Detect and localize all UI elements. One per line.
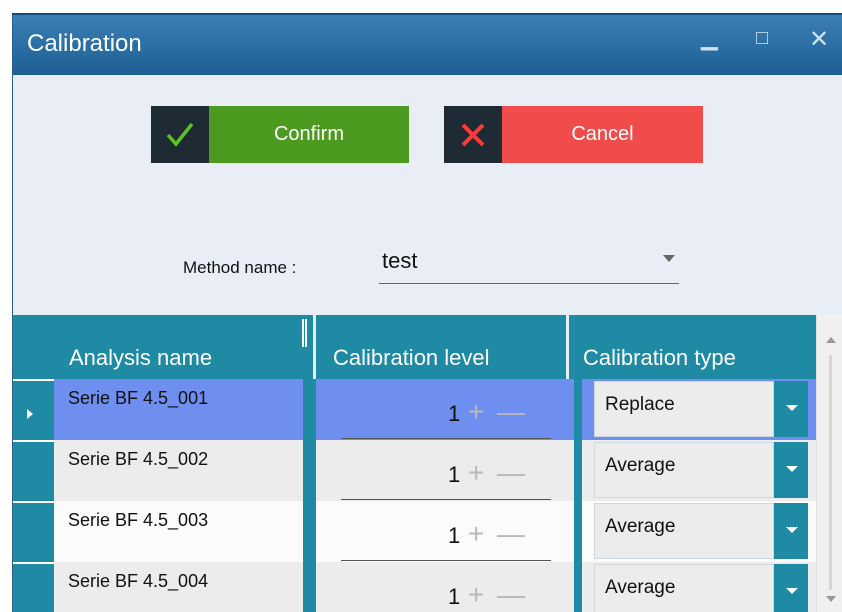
level-value: 1 (448, 584, 461, 609)
calibration-window: Calibration ▁ □ ✕ Confirm Cancel Method … (12, 15, 842, 612)
calibration-level-cell: 1 + — (316, 562, 581, 612)
minus-icon[interactable]: — (497, 396, 525, 428)
maximize-icon[interactable]: □ (756, 27, 768, 50)
column-divider (574, 440, 582, 501)
level-value: 1 (448, 523, 461, 548)
scroll-track[interactable] (829, 355, 832, 590)
calibration-level-cell: 1 + — (316, 501, 581, 562)
table-row[interactable]: Serie BF 4.5_004 1 + — Average (54, 562, 816, 612)
calibration-type-dropdown[interactable]: Average (594, 442, 774, 498)
row-header-separator (13, 379, 54, 381)
cancel-button[interactable]: Cancel (444, 106, 703, 163)
minus-icon[interactable]: — (497, 457, 525, 489)
calibration-type-dropdown[interactable]: Average (594, 564, 774, 612)
level-underline (341, 499, 551, 500)
calibration-type-cell: Replace (582, 379, 816, 440)
method-name-value: test (382, 248, 418, 273)
calibration-type-value: Replace (605, 394, 675, 415)
vertical-scrollbar[interactable] (816, 315, 842, 612)
column-resize-handle[interactable] (302, 319, 307, 347)
analysis-name-cell: Serie BF 4.5_004 (68, 571, 209, 591)
table-row[interactable]: Serie BF 4.5_002 1 + — Average (54, 440, 816, 501)
level-underline (341, 560, 551, 561)
dropdown-arrow-icon[interactable] (774, 381, 808, 437)
close-icon[interactable]: ✕ (809, 25, 829, 54)
scroll-down-icon[interactable] (826, 596, 836, 602)
title-bar[interactable]: Calibration ▁ □ ✕ (13, 15, 842, 75)
minus-icon[interactable]: — (497, 579, 525, 611)
row-selected-arrow-icon (27, 409, 33, 419)
check-icon (151, 106, 209, 163)
confirm-button[interactable]: Confirm (151, 106, 409, 163)
row-header-column (13, 315, 54, 612)
dropdown-arrow-icon[interactable] (774, 503, 808, 559)
column-divider (574, 379, 582, 440)
calibration-level-cell: 1 + — (316, 379, 581, 440)
calibration-type-dropdown[interactable]: Replace (594, 381, 774, 437)
cancel-label: Cancel (571, 123, 634, 145)
minimize-icon[interactable]: ▁ (701, 25, 718, 51)
calibration-type-value: Average (605, 455, 676, 476)
method-name-label: Method name : (183, 258, 297, 277)
column-divider (313, 315, 316, 379)
confirm-label: Confirm (273, 123, 344, 145)
column-header-calibration-type[interactable]: Calibration type (583, 345, 736, 371)
calibration-level-cell: 1 + — (316, 440, 581, 501)
calibration-type-value: Average (605, 516, 676, 537)
level-value: 1 (448, 462, 461, 487)
plus-icon[interactable]: + (468, 579, 484, 611)
plus-icon[interactable]: + (468, 518, 484, 550)
column-divider (303, 501, 316, 562)
table-row[interactable]: Serie BF 4.5_001 1 + — Replace (54, 379, 816, 440)
column-divider (303, 440, 316, 501)
table-row[interactable]: Serie BF 4.5_003 1 + — Average (54, 501, 816, 562)
row-header-separator (13, 562, 54, 564)
row-header-separator (13, 440, 54, 442)
analysis-name-cell: Serie BF 4.5_002 (68, 449, 209, 469)
x-icon (444, 106, 502, 163)
minus-icon[interactable]: — (497, 518, 525, 550)
method-name-dropdown[interactable]: test (379, 240, 679, 284)
dropdown-arrow-icon (663, 255, 675, 262)
dropdown-arrow-icon[interactable] (774, 442, 808, 498)
plus-icon[interactable]: + (468, 457, 484, 489)
calibration-type-cell: Average (582, 501, 816, 562)
calibration-type-cell: Average (582, 440, 816, 501)
calibration-type-dropdown[interactable]: Average (594, 503, 774, 559)
calibration-type-cell: Average (582, 562, 816, 612)
plus-icon[interactable]: + (468, 396, 484, 428)
column-divider (566, 315, 569, 379)
window-title: Calibration (27, 30, 142, 57)
row-header-separator (13, 501, 54, 503)
level-underline (341, 438, 551, 439)
dropdown-arrow-icon[interactable] (774, 564, 808, 612)
column-divider (303, 562, 316, 612)
level-value: 1 (448, 401, 461, 426)
calibration-type-value: Average (605, 577, 676, 598)
analysis-name-cell: Serie BF 4.5_003 (68, 510, 209, 530)
column-divider (574, 501, 582, 562)
column-divider (303, 379, 316, 440)
top-panel: Confirm Cancel Method name : test (13, 75, 842, 315)
analysis-name-cell: Serie BF 4.5_001 (68, 388, 209, 408)
scroll-up-icon[interactable] (826, 337, 836, 343)
column-header-analysis-name[interactable]: Analysis name (69, 345, 212, 371)
column-divider (574, 562, 582, 612)
calibration-grid: Analysis name Calibration level Calibrat… (13, 315, 842, 612)
column-header-calibration-level[interactable]: Calibration level (333, 345, 490, 371)
